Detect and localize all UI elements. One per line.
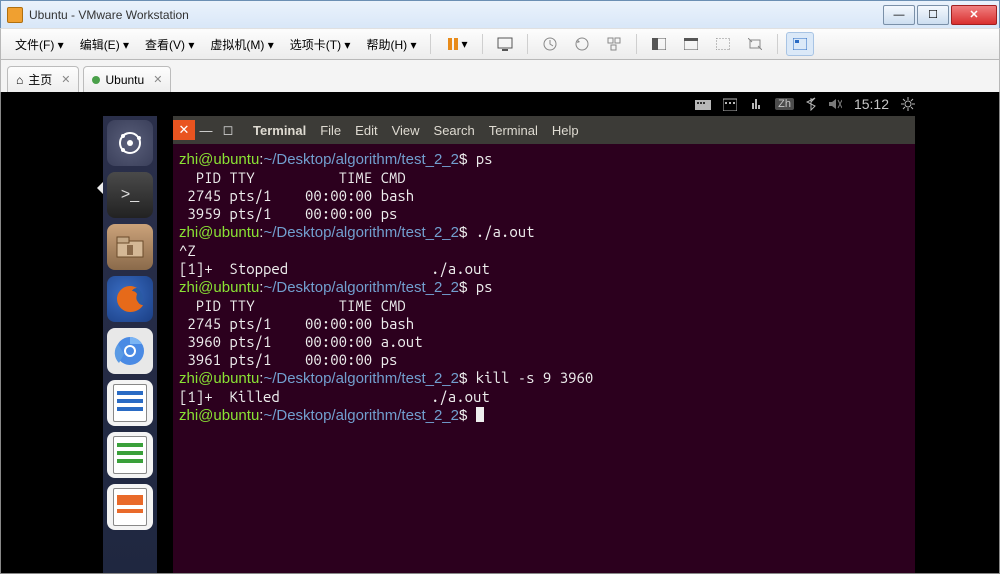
fullscreen-button[interactable] [645, 32, 673, 56]
terminal-body[interactable]: zhi@ubuntu:~/Desktop/algorithm/test_2_2$… [173, 144, 915, 573]
revert-button[interactable] [568, 32, 596, 56]
console-icon [715, 36, 731, 52]
files-launcher-icon[interactable] [107, 224, 153, 270]
close-button[interactable]: ✕ [951, 5, 997, 25]
active-app-indicator [97, 182, 103, 194]
tab-close-icon[interactable]: ✕ [153, 73, 162, 86]
screen-icon [497, 36, 513, 52]
menu-tabs[interactable]: 选项卡(T) ▾ [284, 32, 357, 57]
menu-view[interactable]: 查看(V) ▾ [139, 32, 200, 57]
stretch-icon [747, 36, 763, 52]
vmware-menubar: 文件(F) ▾ 编辑(E) ▾ 查看(V) ▾ 虚拟机(M) ▾ 选项卡(T) … [0, 28, 1000, 60]
tab-ubuntu-label: Ubuntu [105, 73, 144, 87]
fullscreen-icon [651, 36, 667, 52]
unity-icon [683, 36, 699, 52]
terminal-titlebar: ✕ — ◻ Terminal File Edit View Search Ter… [173, 116, 915, 144]
vmware-tabstrip: ⌂ 主页 ✕ Ubuntu ✕ [0, 60, 1000, 92]
thumbnail-button[interactable] [786, 32, 814, 56]
tab-home-label: 主页 [28, 71, 52, 88]
manage-snapshots-button[interactable] [600, 32, 628, 56]
clock-back-icon [574, 36, 590, 52]
send-ctrl-alt-del-button[interactable] [491, 32, 519, 56]
network-icon[interactable] [749, 97, 763, 111]
terminal-menu-terminal[interactable]: Terminal [489, 123, 538, 138]
terminal-minimize-button[interactable]: — [195, 120, 217, 140]
menu-file[interactable]: 文件(F) ▾ [9, 32, 70, 57]
menu-vm[interactable]: 虚拟机(M) ▾ [204, 32, 279, 57]
writer-launcher-icon[interactable] [107, 380, 153, 426]
snapshot-button[interactable] [536, 32, 564, 56]
calc-launcher-icon[interactable] [107, 432, 153, 478]
terminal-window: ✕ — ◻ Terminal File Edit View Search Ter… [173, 116, 915, 573]
menu-edit[interactable]: 编辑(E) ▾ [74, 32, 135, 57]
home-icon: ⌂ [16, 73, 23, 87]
vm-running-icon [92, 76, 100, 84]
window-title: Ubuntu - VMware Workstation [29, 8, 881, 22]
vm-viewport[interactable]: Zh 15:12 ✕ — ◻ Terminal File Edit [0, 92, 1000, 574]
terminal-close-button[interactable]: ✕ [173, 120, 195, 140]
menu-help[interactable]: 帮助(H) ▾ [360, 32, 422, 57]
volume-icon[interactable] [828, 98, 842, 110]
terminal-menu-help[interactable]: Help [552, 123, 579, 138]
firefox-launcher-icon[interactable] [107, 276, 153, 322]
gear-icon[interactable] [901, 97, 915, 111]
tab-home[interactable]: ⌂ 主页 ✕ [7, 66, 79, 92]
chromium-launcher-icon[interactable] [107, 328, 153, 374]
clock-icon [542, 36, 558, 52]
minimize-button[interactable]: — [883, 5, 915, 25]
ubuntu-panel: Zh 15:12 [695, 92, 915, 116]
windows-titlebar: Ubuntu - VMware Workstation — ☐ ✕ [0, 0, 1000, 28]
impress-launcher-icon[interactable] [107, 484, 153, 530]
dash-icon[interactable] [107, 120, 153, 166]
thumbnail-icon [792, 36, 808, 52]
clock-text[interactable]: 15:12 [854, 96, 889, 112]
terminal-menu-search[interactable]: Search [434, 123, 475, 138]
pause-button[interactable]: ▾ [439, 32, 473, 56]
tab-ubuntu[interactable]: Ubuntu ✕ [83, 66, 171, 92]
unity-button[interactable] [677, 32, 705, 56]
bluetooth-icon[interactable] [806, 97, 816, 111]
terminal-launcher-icon[interactable] [107, 172, 153, 218]
terminal-menu-file[interactable]: File [320, 123, 341, 138]
console-view-button[interactable] [709, 32, 737, 56]
tab-close-icon[interactable]: ✕ [61, 73, 70, 86]
terminal-menu-edit[interactable]: Edit [355, 123, 377, 138]
terminal-menu-view[interactable]: View [392, 123, 420, 138]
pause-icon [445, 36, 461, 52]
terminal-menubar: Terminal File Edit View Search Terminal … [253, 123, 579, 138]
maximize-button[interactable]: ☐ [917, 5, 949, 25]
unity-launcher [103, 116, 157, 573]
terminal-maximize-button[interactable]: ◻ [217, 120, 239, 140]
stretch-button[interactable] [741, 32, 769, 56]
terminal-app-label: Terminal [253, 123, 306, 138]
vmware-icon [7, 7, 23, 23]
ime-indicator[interactable]: Zh [775, 98, 794, 110]
keyboard-icon[interactable] [695, 98, 711, 110]
snapshot-manager-icon [606, 36, 622, 52]
calendar-icon[interactable] [723, 97, 737, 111]
